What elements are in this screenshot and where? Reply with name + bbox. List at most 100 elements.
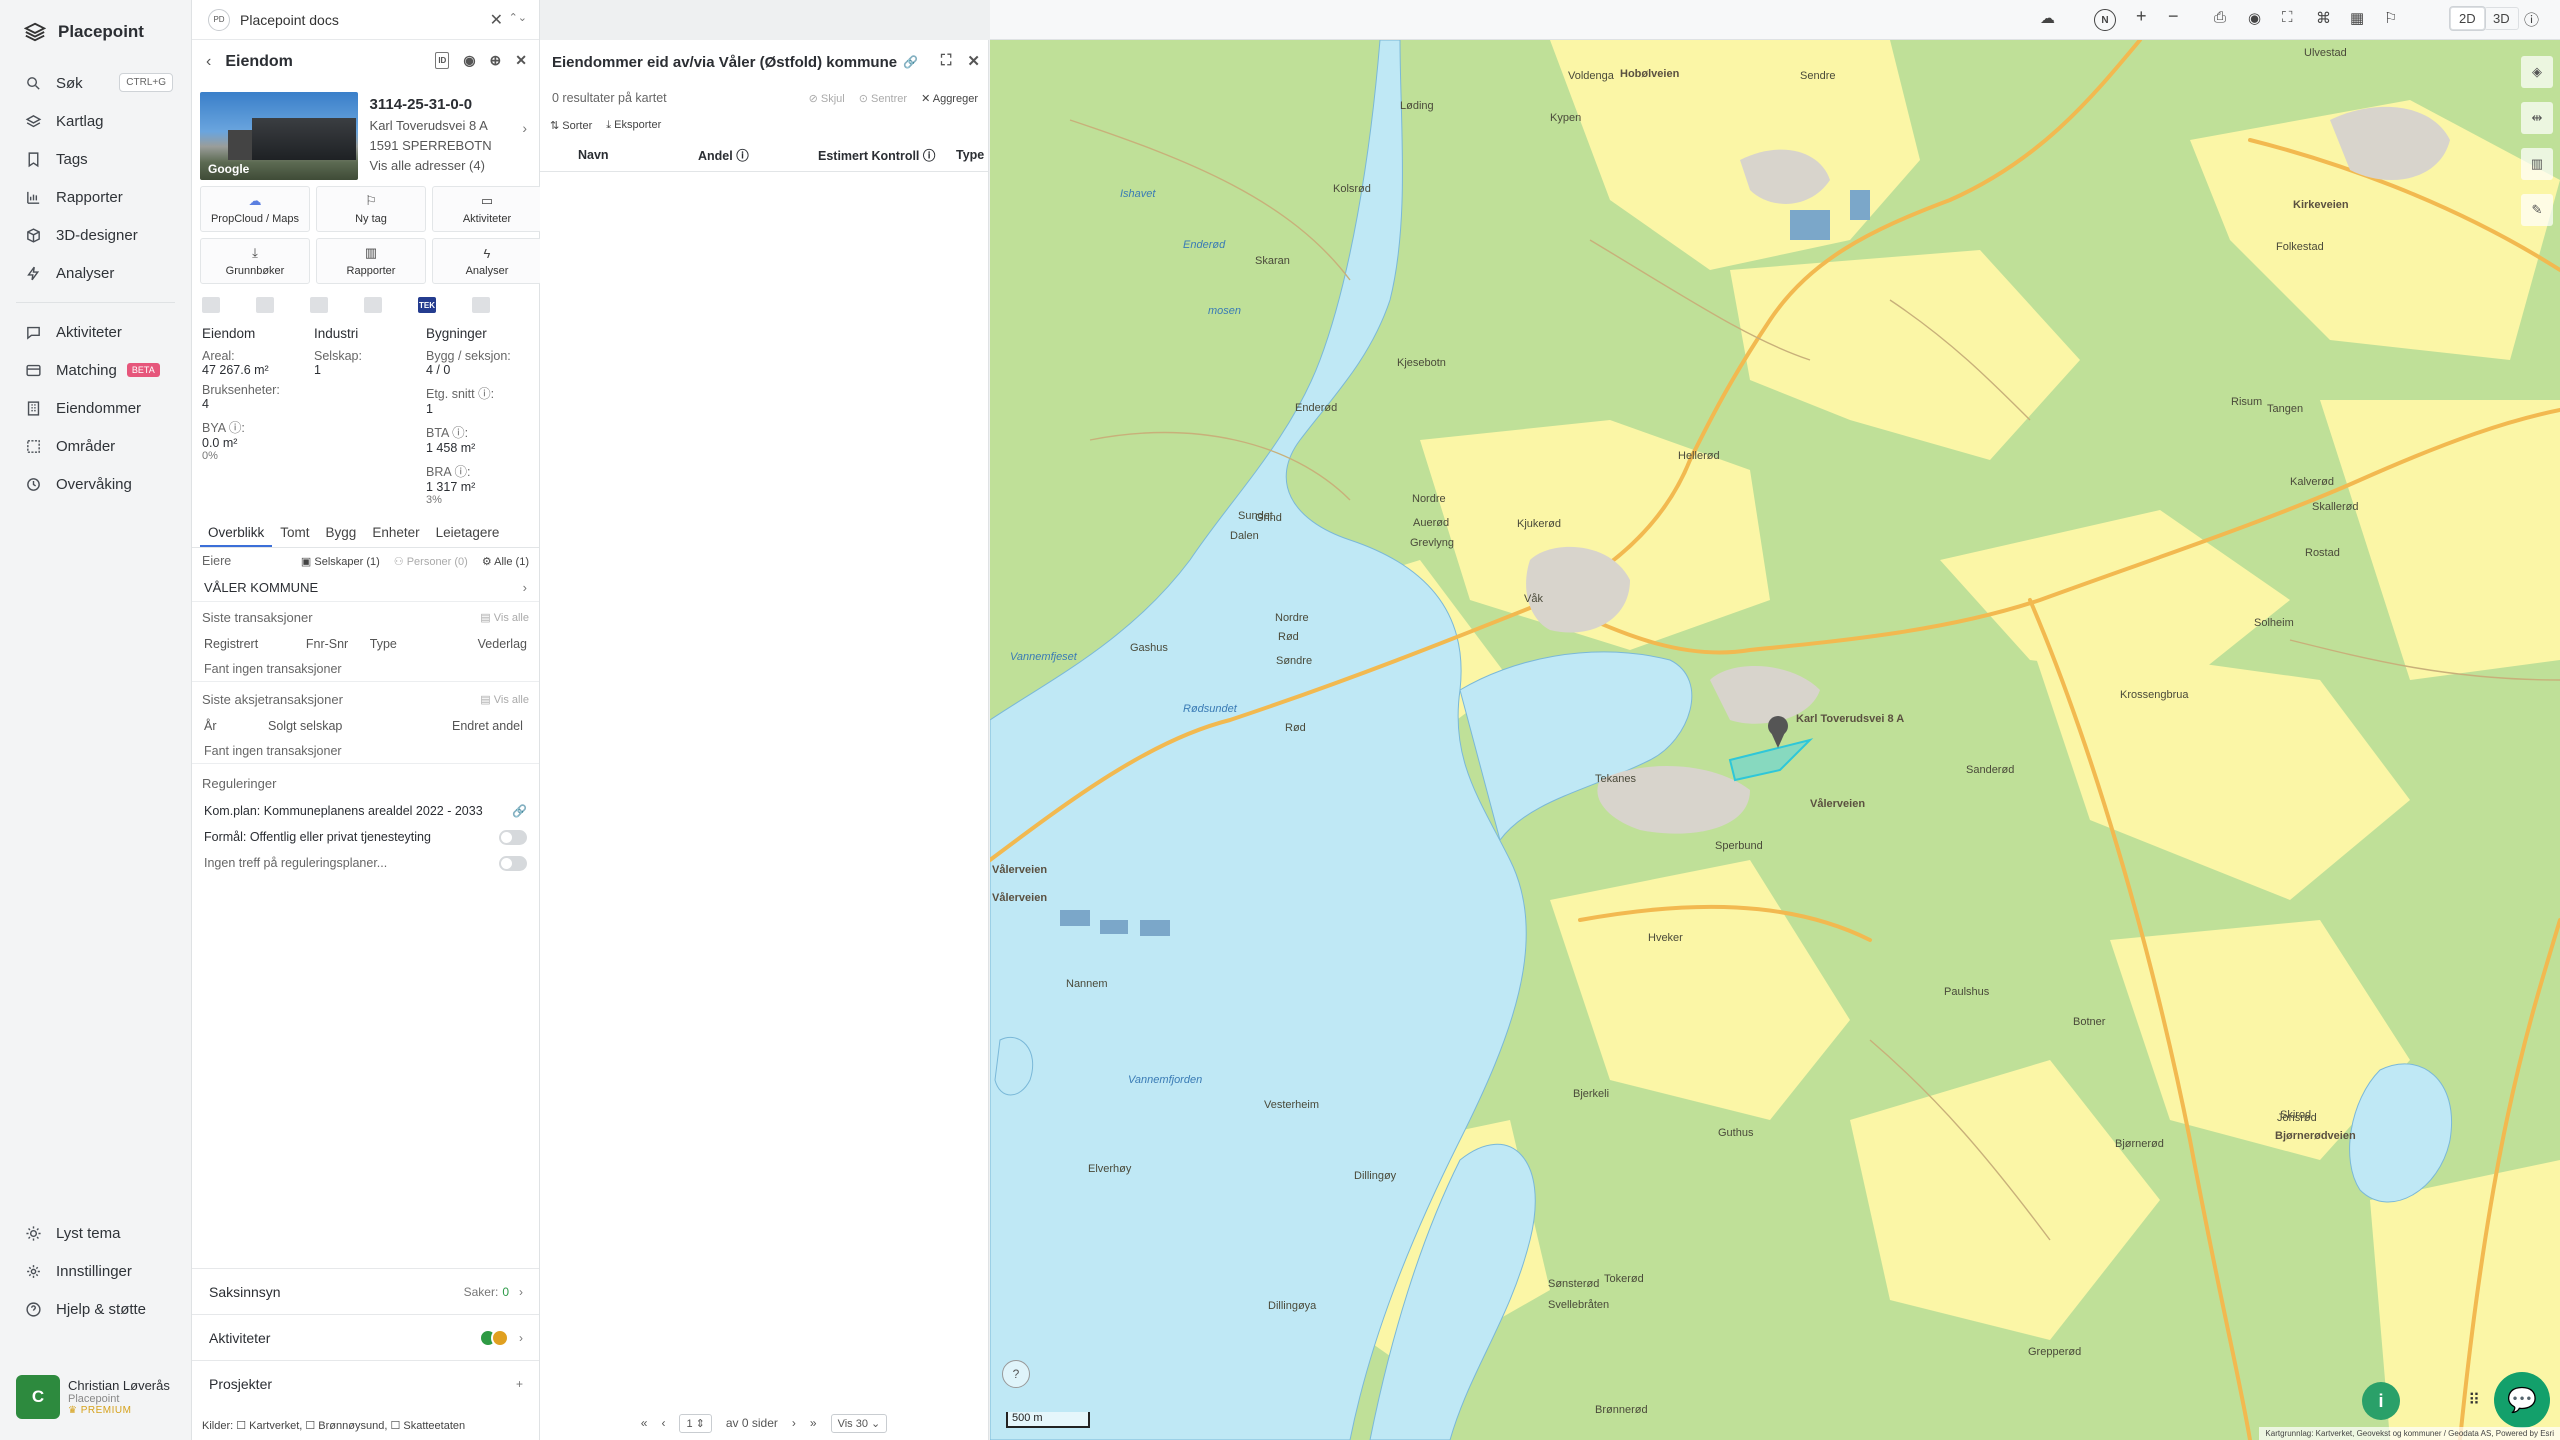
link-icon[interactable]: 🔗 bbox=[903, 55, 918, 69]
chip-companies[interactable]: ▣ Selskaper (1) bbox=[301, 555, 380, 568]
docs-tab[interactable]: PD Placepoint docs ✕ ⌃⌄ bbox=[192, 0, 539, 40]
nav-item-hjelp-støtte[interactable]: Hjelp & støtte bbox=[0, 1290, 191, 1328]
target-icon[interactable]: ⊕ bbox=[490, 52, 502, 69]
hide-button[interactable]: ⊘ Skjul bbox=[809, 92, 845, 105]
property-photo[interactable]: Google bbox=[200, 92, 358, 180]
nav-item-overvåking[interactable]: Overvåking bbox=[0, 465, 191, 503]
tab-tomt[interactable]: Tomt bbox=[272, 518, 317, 547]
page-input[interactable]: 1 ⇕ bbox=[679, 1413, 712, 1433]
tab-enheter[interactable]: Enheter bbox=[364, 518, 427, 547]
center-button[interactable]: ⊙ Sentrer bbox=[859, 92, 907, 105]
plans-toggle[interactable] bbox=[499, 856, 527, 871]
regulation-plan[interactable]: Kom.plan: Kommuneplanens arealdel 2022 -… bbox=[192, 798, 539, 824]
owner-row[interactable]: VÅLER KOMMUNE › bbox=[192, 574, 539, 602]
nav-item-3d-designer[interactable]: 3D-designer bbox=[0, 216, 191, 254]
nav-item-tags[interactable]: Tags bbox=[0, 140, 191, 178]
source-icon-3[interactable] bbox=[310, 297, 328, 313]
close-icon[interactable]: ✕ bbox=[967, 52, 980, 70]
chevron-updown-icon[interactable]: ⌃⌄ bbox=[509, 11, 527, 24]
nav-item-søk[interactable]: Søk CTRL+G bbox=[0, 64, 191, 102]
tab-bygg[interactable]: Bygg bbox=[318, 518, 365, 547]
zoom-out-button[interactable]: − bbox=[2168, 6, 2179, 27]
property-id-icon[interactable]: ID bbox=[435, 52, 450, 69]
mode-2d-button[interactable]: 2D bbox=[2450, 7, 2485, 30]
brand[interactable]: Placepoint bbox=[0, 0, 191, 64]
layers-tool-icon[interactable]: ◈ bbox=[2521, 56, 2553, 88]
user-profile[interactable]: C Christian Løverås Placepoint ♛ PREMIUM bbox=[16, 1372, 182, 1422]
link-icon[interactable]: 🔗 bbox=[512, 804, 527, 818]
nav-item-analyser[interactable]: Analyser bbox=[0, 254, 191, 292]
accordion-prosjekter[interactable]: Prosjekter + bbox=[192, 1360, 539, 1406]
grid-icon[interactable]: ▦ bbox=[2350, 9, 2364, 27]
action-rapporter-button[interactable]: ▥ Rapporter bbox=[316, 238, 426, 284]
fullscreen-icon[interactable]: ⛶ bbox=[2282, 9, 2293, 26]
share-tx-show-all[interactable]: ▤ Vis alle bbox=[480, 693, 529, 706]
source-icon-1[interactable] bbox=[202, 297, 220, 313]
eye-icon[interactable]: ◉ bbox=[463, 52, 475, 69]
source-icon-2[interactable] bbox=[256, 297, 274, 313]
tek-icon[interactable]: TEK bbox=[418, 297, 436, 313]
nav-item-rapporter[interactable]: Rapporter bbox=[0, 178, 191, 216]
map-view[interactable]: Hobølveien Voldenga Kypen Sendre Løding Kolsr… bbox=[990, 40, 2560, 1440]
camera-icon[interactable]: ⌘ bbox=[2316, 9, 2331, 27]
transactions-show-all[interactable]: ▤ Vis alle bbox=[480, 611, 529, 624]
draw-tool-icon[interactable]: ✎ bbox=[2521, 194, 2553, 226]
bookmark-icon[interactable]: ⚐ bbox=[2384, 9, 2397, 27]
first-page-icon[interactable]: « bbox=[641, 1416, 648, 1430]
chat-button[interactable]: 💬 bbox=[2494, 1372, 2550, 1428]
nav-item-aktiviteter[interactable]: Aktiviteter bbox=[0, 313, 191, 351]
eye-icon[interactable]: ◉ bbox=[2248, 9, 2261, 27]
prev-page-icon[interactable]: ‹ bbox=[661, 1416, 665, 1430]
sort-button[interactable]: ⇅ Sorter bbox=[550, 119, 592, 132]
help-icon[interactable]: ? bbox=[1002, 1360, 1030, 1388]
next-page-icon[interactable]: › bbox=[792, 1416, 796, 1430]
aggregate-button[interactable]: ✕ Aggreger bbox=[921, 92, 978, 105]
mode-3d-button[interactable]: 3D bbox=[2484, 7, 2519, 30]
nav-item-områder[interactable]: Områder bbox=[0, 427, 191, 465]
export-button[interactable]: ⤓ Eksporter bbox=[606, 119, 661, 132]
col-andel[interactable]: Andel ⓘ bbox=[698, 145, 749, 164]
cloud-icon[interactable]: ☁ bbox=[2040, 9, 2055, 27]
chevron-right-icon[interactable]: › bbox=[522, 120, 527, 136]
nav-item-lyst-tema[interactable]: Lyst tema bbox=[0, 1214, 191, 1252]
property-address[interactable]: Karl Toverudsvei 8 A bbox=[370, 118, 531, 133]
tab-overblikk[interactable]: Overblikk bbox=[200, 518, 273, 547]
tab-leietagere[interactable]: Leietagere bbox=[428, 518, 508, 547]
action-grunnbøker-button[interactable]: ⤓ Grunnbøker bbox=[200, 238, 310, 284]
close-icon[interactable]: ✕ bbox=[490, 10, 503, 30]
zoom-in-button[interactable]: + bbox=[2136, 6, 2147, 27]
per-page-select[interactable]: Vis 30 ⌄ bbox=[830, 1413, 888, 1433]
nav-item-kartlag[interactable]: Kartlag bbox=[0, 102, 191, 140]
purpose-toggle[interactable] bbox=[499, 830, 527, 845]
all-addresses-link[interactable]: Vis alle adresser (4) bbox=[370, 158, 531, 173]
info-icon[interactable]: ⓘ bbox=[2524, 9, 2539, 30]
action-propcloud-maps-button[interactable]: ☁ PropCloud / Maps bbox=[200, 186, 310, 232]
col-navn[interactable]: Navn bbox=[578, 148, 609, 162]
nav-item-matching[interactable]: Matching BETA bbox=[0, 351, 191, 389]
source-icon-6[interactable] bbox=[472, 297, 490, 313]
chart-tool-icon[interactable]: ▥ bbox=[2521, 148, 2553, 180]
action-analyser-button[interactable]: ϟ Analyser bbox=[432, 238, 542, 284]
nav-item-eiendommer[interactable]: Eiendommer bbox=[0, 389, 191, 427]
print-icon[interactable]: ⎙ bbox=[2214, 9, 2226, 26]
action-aktiviteter-button[interactable]: ▭ Aktiviteter bbox=[432, 186, 542, 232]
close-icon[interactable]: ✕ bbox=[515, 52, 527, 69]
property-outline[interactable] bbox=[1728, 738, 1814, 782]
measure-tool-icon[interactable]: ⇹ bbox=[2521, 102, 2553, 134]
chip-persons[interactable]: ⚇ Personer (0) bbox=[394, 555, 468, 568]
source-icon-4[interactable] bbox=[364, 297, 382, 313]
action-ny-tag-button[interactable]: ⚐ Ny tag bbox=[316, 186, 426, 232]
nav-item-innstillinger[interactable]: Innstillinger bbox=[0, 1252, 191, 1290]
back-icon[interactable]: ‹ bbox=[206, 53, 211, 71]
col-estimert-kontroll[interactable]: Estimert Kontroll ⓘ bbox=[818, 145, 935, 164]
compass-button[interactable]: N bbox=[2094, 9, 2116, 31]
info-button[interactable]: i bbox=[2362, 1382, 2400, 1420]
chip-all[interactable]: ⚙ Alle (1) bbox=[482, 555, 529, 568]
col-type[interactable]: Type bbox=[956, 148, 984, 162]
last-page-icon[interactable]: » bbox=[810, 1416, 817, 1430]
accordion-saksinnsyn[interactable]: Saksinnsyn Saker: 0 › bbox=[192, 1268, 539, 1314]
add-icon[interactable]: + bbox=[516, 1377, 523, 1391]
drag-grip-icon[interactable]: ⠿ bbox=[2468, 1390, 2480, 1410]
accordion-aktiviteter[interactable]: Aktiviteter › bbox=[192, 1314, 539, 1360]
expand-icon[interactable]: ⛶ bbox=[941, 52, 952, 70]
